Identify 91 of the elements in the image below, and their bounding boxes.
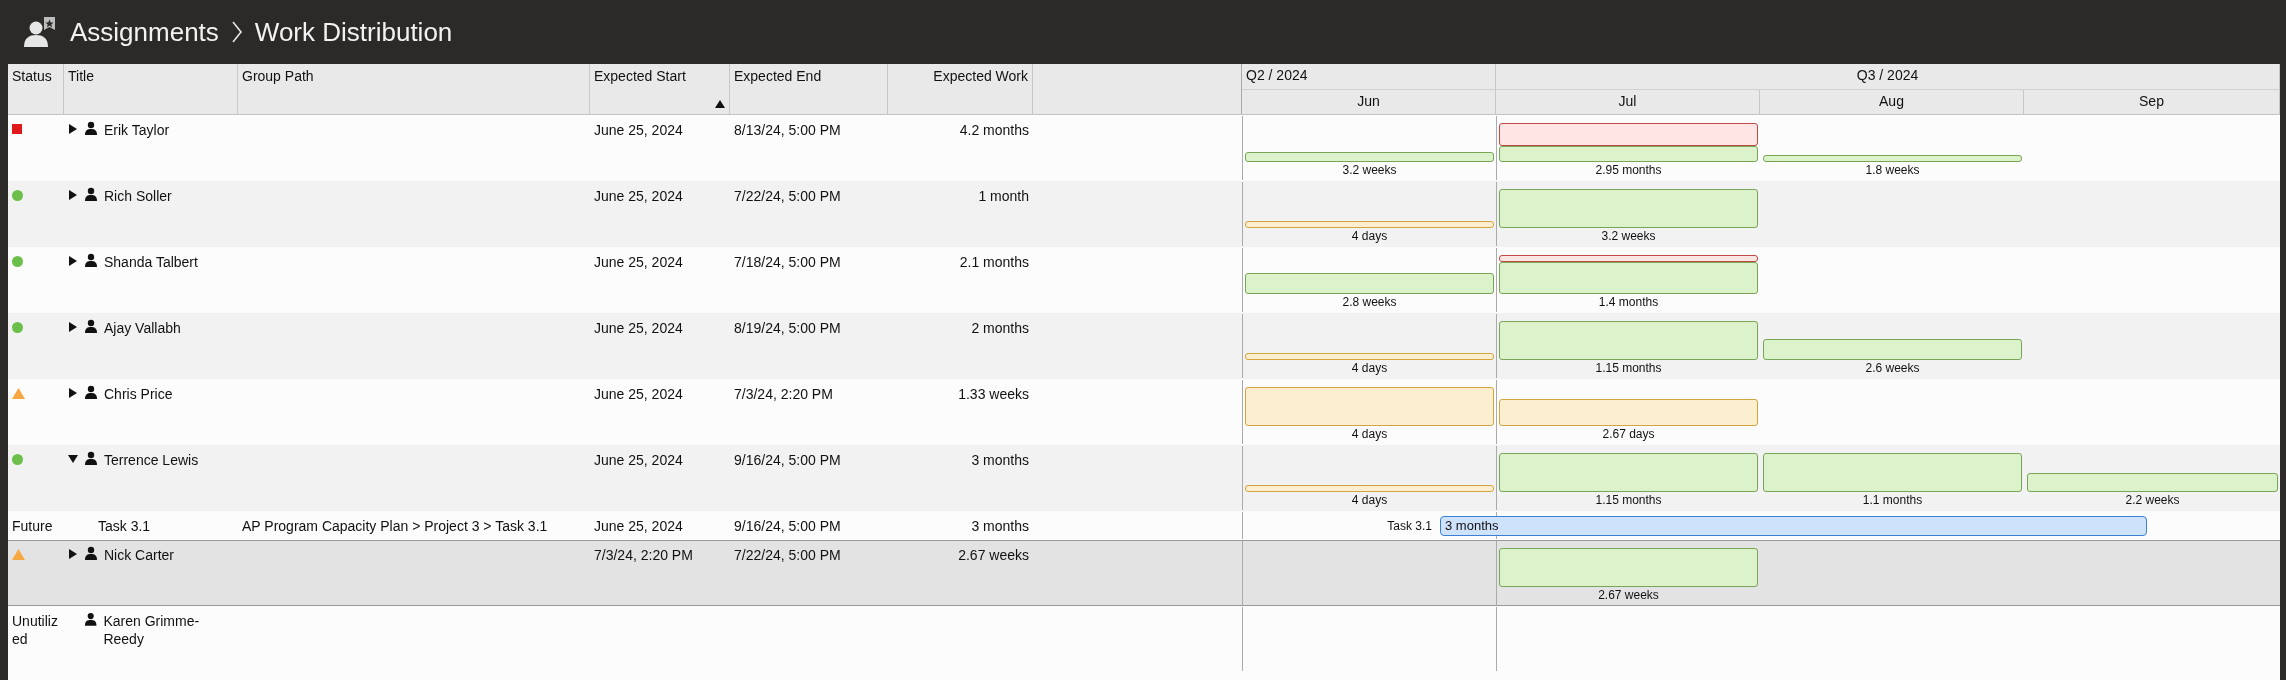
start-date: June 25, 2024: [594, 385, 683, 404]
disclosure-triangle-icon[interactable]: [68, 548, 78, 560]
work-amount: 2.1 months: [959, 253, 1029, 272]
disclosure-triangle-icon[interactable]: [68, 321, 78, 333]
person-star-icon: [24, 17, 58, 47]
person-name: Karen Grimme-Reedy: [103, 612, 201, 649]
person-icon: [84, 319, 98, 333]
table-row[interactable]: Terrence Lewis June 25, 2024 9/16/24, 5:00 PM 3 months 4 days 1.15 months 1.1 months 2.2 weeks: [8, 445, 2280, 511]
table-row[interactable]: Nick Carter 7/3/24, 2:20 PM 7/22/24, 5:00 PM 2.67 weeks 2.67 weeks: [8, 540, 2280, 606]
load-label: 2.2 weeks: [2124, 492, 2181, 508]
person-name: Erik Taylor: [104, 121, 170, 140]
load-label: 1.1 months: [1861, 492, 1924, 508]
person-name: Ajay Vallabh: [104, 319, 181, 338]
person-icon: [84, 187, 98, 201]
start-date: June 25, 2024: [594, 319, 683, 338]
group-path: AP Program Capacity Plan > Project 3 > Task 3.1: [242, 517, 548, 536]
person-name: Terrence Lewis: [104, 451, 199, 470]
load-label: 4 days: [1350, 360, 1389, 376]
breadcrumb: Work Distribution: [254, 16, 453, 48]
task-bar-name: Task 3.1: [1386, 518, 1433, 533]
disclosure-triangle-icon[interactable]: [68, 123, 78, 135]
start-date: June 25, 2024: [594, 517, 683, 536]
column-header[interactable]: Group Path: [238, 64, 590, 114]
load-label: 2.8 weeks: [1341, 294, 1398, 310]
end-date: 7/22/24, 5:00 PM: [734, 546, 841, 565]
table-row[interactable]: Rich Soller June 25, 2024 7/22/24, 5:00 PM 1 month 4 days 3.2 weeks: [8, 181, 2280, 247]
column-header[interactable]: Title: [64, 64, 238, 114]
month-header: Jun: [1242, 90, 1496, 114]
disclosure-triangle-icon[interactable]: [68, 189, 78, 201]
work-amount: 1.33 weeks: [958, 385, 1029, 404]
start-date: June 25, 2024: [594, 121, 683, 140]
sort-up-icon: [715, 100, 725, 108]
person-icon: [84, 385, 98, 399]
work-amount: 3 months: [971, 451, 1029, 470]
person-name: Chris Price: [104, 385, 173, 404]
end-date: 8/13/24, 5:00 PM: [734, 121, 841, 140]
load-label: 4 days: [1350, 492, 1389, 508]
end-date: 7/22/24, 5:00 PM: [734, 187, 841, 206]
work-amount: 4.2 months: [959, 121, 1029, 140]
person-name: Shanda Talbert: [104, 253, 198, 272]
disclosure-triangle-icon[interactable]: [68, 255, 78, 267]
disclosure-triangle-icon[interactable]: [68, 453, 78, 465]
person-name: Nick Carter: [104, 546, 174, 565]
load-label: 2.95 months: [1594, 162, 1663, 178]
end-date: 8/19/24, 5:00 PM: [734, 319, 841, 338]
load-label: 1.15 months: [1594, 492, 1663, 508]
month-header: Jul: [1496, 90, 1760, 114]
person-icon: [84, 253, 98, 267]
load-label: 3.2 weeks: [1341, 162, 1398, 178]
load-label: 1.8 weeks: [1864, 162, 1921, 178]
column-header[interactable]: Expected End: [730, 64, 888, 114]
load-label: 4 days: [1350, 228, 1389, 244]
load-label: 2.67 weeks: [1597, 587, 1660, 603]
start-date: June 25, 2024: [594, 451, 683, 470]
start-date: 7/3/24, 2:20 PM: [594, 546, 693, 565]
chevron-right-icon: [230, 21, 243, 43]
disclosure-triangle-icon[interactable]: [68, 387, 78, 399]
column-header[interactable]: Expected Work: [888, 64, 1033, 114]
load-label: 1.15 months: [1594, 360, 1663, 376]
load-label: 3.2 weeks: [1600, 228, 1657, 244]
end-date: 7/18/24, 5:00 PM: [734, 253, 841, 272]
month-header: Sep: [2024, 90, 2280, 114]
task-name: Task 3.1: [98, 517, 151, 536]
end-date: 9/16/24, 5:00 PM: [734, 517, 841, 536]
table-row[interactable]: Ajay Vallabh June 25, 2024 8/19/24, 5:00 PM 2 months 4 days 1.15 months 2.6 weeks: [8, 313, 2280, 379]
quarter-header: Q2 / 2024: [1242, 64, 1496, 90]
person-name: Rich Soller: [104, 187, 172, 206]
person-icon: [84, 121, 98, 135]
end-date: 7/3/24, 2:20 PM: [734, 385, 833, 404]
start-date: June 25, 2024: [594, 253, 683, 272]
work-amount: 3 months: [971, 517, 1029, 536]
task-bar[interactable]: 3 months: [1440, 515, 2147, 536]
person-icon: [84, 546, 98, 560]
load-label: 4 days: [1350, 426, 1389, 442]
month-header: Aug: [1760, 90, 2024, 114]
column-header[interactable]: Status: [8, 64, 64, 114]
load-label: 1.4 months: [1597, 294, 1660, 310]
person-icon: [84, 612, 98, 626]
status-text: Future: [12, 517, 53, 536]
start-date: June 25, 2024: [594, 187, 683, 206]
person-icon: [84, 451, 98, 465]
breadcrumb[interactable]: Assignments: [70, 16, 219, 48]
status-text: Unutilized: [12, 612, 59, 649]
work-amount: 2.67 weeks: [958, 546, 1029, 565]
work-amount: 2 months: [971, 319, 1029, 338]
column-header[interactable]: Expected Start: [590, 64, 730, 114]
quarter-header: Q3 / 2024: [1496, 64, 2280, 90]
end-date: 9/16/24, 5:00 PM: [734, 451, 841, 470]
work-amount: 1 month: [978, 187, 1029, 206]
load-label: 2.67 days: [1601, 426, 1656, 442]
load-label: 2.6 weeks: [1864, 360, 1921, 376]
